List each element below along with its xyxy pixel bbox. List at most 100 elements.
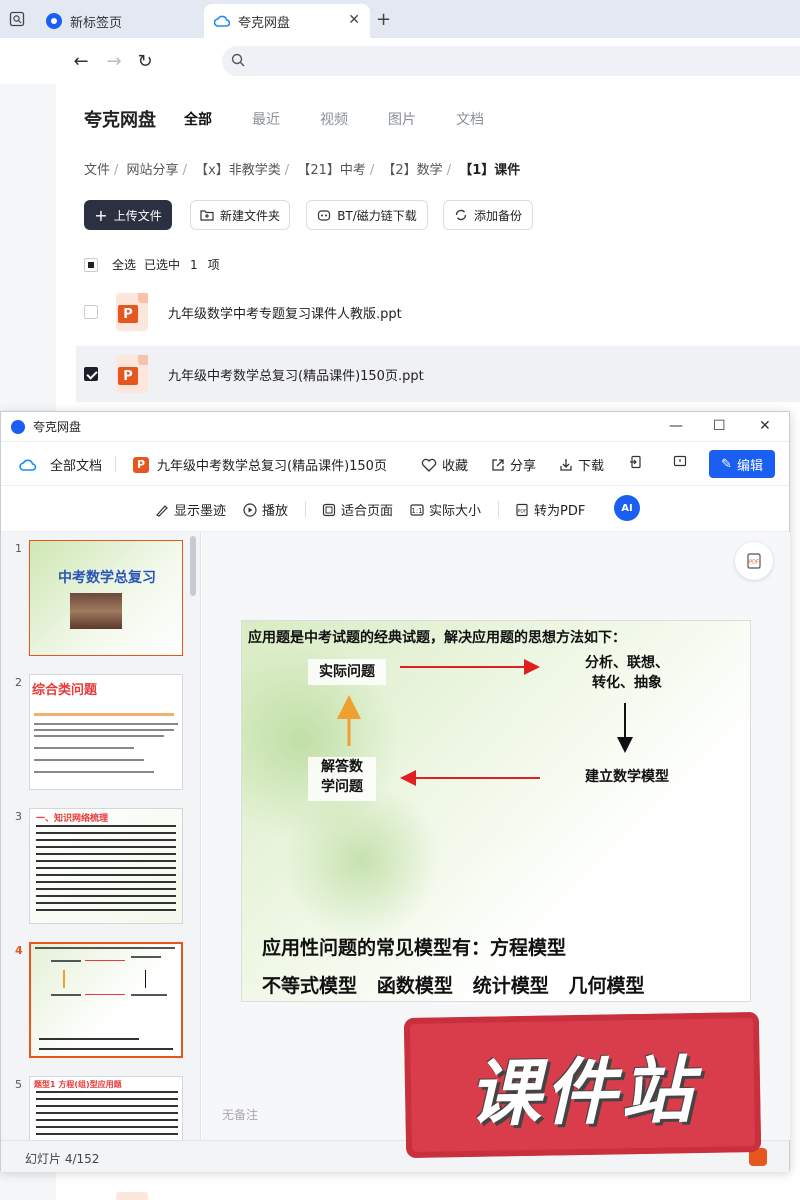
all-docs-label: 全部文档: [50, 459, 103, 474]
backup-sync-icon: [454, 208, 468, 222]
notes-placeholder[interactable]: 无备注: [222, 1106, 258, 1123]
upload-button[interactable]: + 上传文件: [84, 200, 172, 230]
breadcrumb-item[interactable]: 【21】中考: [297, 163, 366, 178]
forward-arrow-icon[interactable]: →: [103, 50, 125, 72]
thumb-text-line: [35, 947, 175, 949]
pencil-icon: ✎: [721, 456, 732, 472]
download-icon: [560, 458, 572, 471]
close-window-icon[interactable]: ✕: [759, 418, 771, 434]
thumb-title: 综合类问题: [32, 683, 98, 698]
breadcrumb-item[interactable]: 网站分享: [127, 163, 179, 178]
nav-tab-docs[interactable]: 文档: [456, 109, 484, 129]
thumb-number: 1: [15, 542, 22, 555]
doc-title-text: 九年级中考数学总复习(精品课件)150页: [157, 459, 387, 474]
thumb-number: 5: [15, 1078, 22, 1091]
breadcrumb: 文件 / 网站分享 / 【x】非教学类 / 【21】中考 / 【2】数学 / 【1】课件: [84, 163, 521, 178]
actual-size-button[interactable]: 1:1 实际大小: [410, 500, 481, 519]
close-tab-icon[interactable]: ✕: [348, 12, 360, 28]
slide-thumbnail-5[interactable]: 题型1 方程(组)型应用题: [29, 1076, 183, 1140]
nav-tab-recent[interactable]: 最近: [252, 109, 280, 129]
pdf-convert-icon: PDF: [747, 553, 761, 569]
thumb-title: 中考数学总复习: [58, 570, 156, 586]
nav-tab-video[interactable]: 视频: [320, 109, 348, 129]
thumb-number-current: 4: [15, 944, 23, 957]
thumbnail-scrollbar[interactable]: [190, 536, 196, 596]
tab-new-tab[interactable]: 新标签页: [36, 4, 201, 38]
pdf-convert-float-button[interactable]: PDF: [735, 542, 773, 580]
thumb-number: 2: [15, 676, 22, 689]
breadcrumb-item[interactable]: 【2】数学: [382, 163, 442, 178]
share-button[interactable]: 分享: [491, 455, 536, 474]
fit-page-button[interactable]: 适合页面: [322, 500, 393, 519]
cloud-favicon-icon: [214, 13, 230, 29]
slide-thumbnail-1[interactable]: 中考数学总复习: [29, 540, 183, 656]
favorite-label: 收藏: [442, 459, 469, 474]
slide-thumbnail-4-current[interactable]: [29, 942, 183, 1058]
thumb-text-line: [131, 956, 161, 958]
nav-tab-image[interactable]: 图片: [388, 109, 416, 129]
thumb-title: 一、知识网络梳理: [36, 814, 109, 824]
slide-thumbnail-3[interactable]: 一、知识网络梳理: [29, 808, 183, 924]
slide-thumbnail-2[interactable]: 综合类问题: [29, 674, 183, 790]
breadcrumb-item[interactable]: 文件: [84, 163, 110, 178]
file-checkbox[interactable]: [84, 305, 98, 319]
edit-button[interactable]: ✎ 编辑: [709, 450, 775, 478]
thumb-text-line: [34, 713, 174, 716]
tab-label: 夸克网盘: [238, 15, 291, 31]
select-all-label[interactable]: 全选: [112, 256, 136, 273]
svg-text:1:1: 1:1: [411, 507, 422, 515]
divider: [115, 456, 116, 472]
export-icon-button[interactable]: [629, 455, 648, 469]
ppt-file-icon: P: [116, 293, 148, 331]
feedback-icon-button[interactable]: [673, 455, 692, 469]
new-tab-plus-icon[interactable]: +: [376, 9, 391, 30]
show-ink-button[interactable]: 显示墨迹: [155, 500, 226, 519]
export-icon: [630, 455, 641, 469]
back-arrow-icon[interactable]: ←: [70, 50, 92, 72]
edit-label: 编辑: [736, 458, 763, 474]
file-name[interactable]: 九年级中考数学总复习(精品课件)150页.ppt: [168, 365, 424, 384]
divider: [498, 501, 499, 517]
thumb-text-line: [34, 729, 174, 731]
svg-text:PDF: PDF: [518, 508, 527, 514]
file-row[interactable]: P 九年级数学中考专题复习课件人教版.ppt: [76, 284, 800, 340]
address-bar[interactable]: [222, 46, 800, 76]
all-docs-button[interactable]: 全部文档: [19, 455, 102, 474]
maximize-icon[interactable]: ☐: [713, 418, 726, 434]
share-label: 分享: [510, 459, 537, 474]
nav-tab-all[interactable]: 全部: [184, 109, 212, 129]
file-row-selected[interactable]: P 九年级中考数学总复习(精品课件)150页.ppt: [76, 346, 800, 402]
play-button[interactable]: 播放: [243, 500, 288, 519]
thumb-arrow: [63, 970, 65, 988]
selected-suffix: 项: [207, 258, 220, 272]
thumb-title: 题型1 方程(组)型应用题: [34, 1080, 122, 1089]
new-folder-button[interactable]: 新建文件夹: [190, 200, 290, 230]
minimize-icon[interactable]: —: [669, 418, 683, 434]
to-pdf-button[interactable]: PDF 转为PDF: [515, 500, 585, 519]
favorite-button[interactable]: 收藏: [421, 455, 468, 474]
bt-download-label: BT/磁力链下载: [337, 208, 417, 223]
thumb-text-line: [34, 723, 178, 725]
current-slide: 应用题是中考试题的经典试题，解决应用题的思想方法如下： 实际问题 分析、联想、 …: [241, 620, 751, 1002]
file-checkbox-checked[interactable]: [84, 367, 98, 381]
thumb-arrow: [85, 994, 125, 995]
select-all-checkbox[interactable]: [84, 257, 98, 272]
reload-icon[interactable]: ↻: [134, 50, 156, 72]
tab-search-icon[interactable]: [6, 8, 28, 30]
tab-quark-drive[interactable]: 夸克网盘 ✕: [204, 4, 370, 38]
ai-assistant-button[interactable]: AI: [614, 495, 640, 521]
add-backup-button[interactable]: 添加备份: [443, 200, 533, 230]
play-label: 播放: [262, 504, 289, 519]
download-button[interactable]: 下载: [559, 455, 604, 474]
bt-download-button[interactable]: BT/磁力链下载: [306, 200, 428, 230]
breadcrumb-item[interactable]: 【x】非教学类: [195, 163, 281, 178]
pdf-icon: PDF: [516, 503, 528, 516]
ppt-file-icon: P: [116, 355, 148, 393]
thumb-text-block: [36, 825, 176, 915]
cloud-icon: [19, 458, 37, 471]
file-name[interactable]: 九年级数学中考专题复习课件人教版.ppt: [168, 303, 402, 322]
fit-page-icon: [322, 503, 336, 516]
thumb-text-line: [51, 960, 81, 962]
thumb-text-line: [34, 771, 154, 773]
breadcrumb-current: 【1】课件: [459, 163, 521, 178]
